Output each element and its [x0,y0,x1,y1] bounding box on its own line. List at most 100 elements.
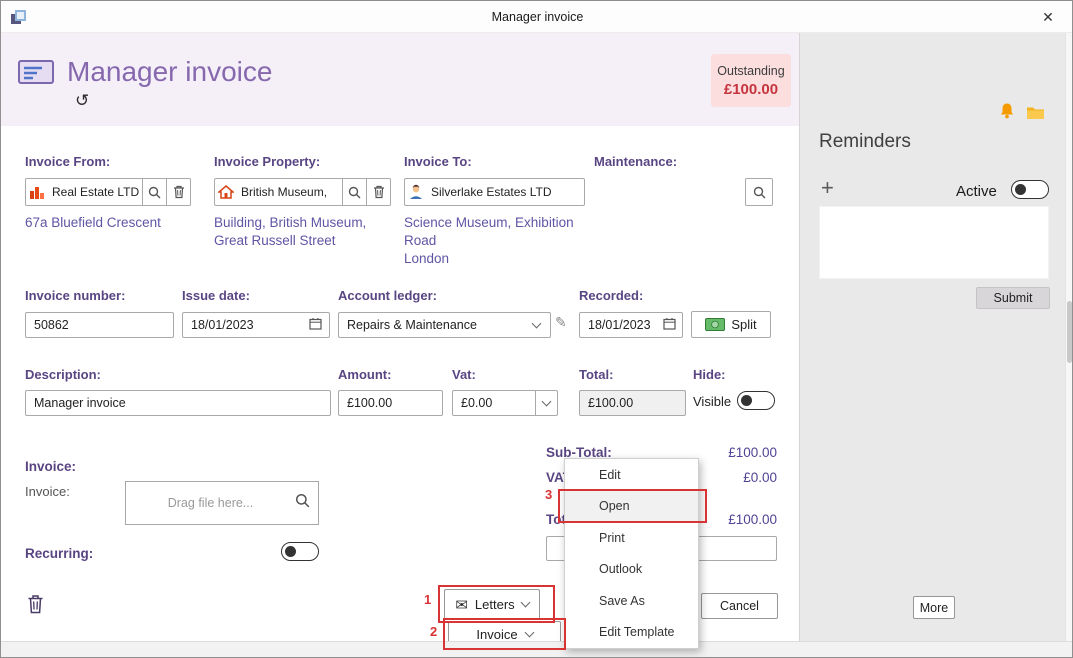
status-badge-amount: £100.00 [723,80,779,98]
letters-button[interactable]: ✉ Letters [444,589,540,620]
reminders-sidebar [799,33,1065,641]
invoice-property-combo[interactable]: British Museum, [214,178,391,206]
issue-date-label: Issue date: [182,288,250,303]
vat-dropdown-button[interactable] [535,391,557,415]
invoice-to-address-line1: Science Museum, Exhibition Road [404,215,574,248]
chevron-down-icon [531,318,542,328]
sub-total-value: £100.00 [728,445,777,460]
amount-input[interactable] [338,390,443,416]
invoice-number-label: Invoice number: [25,288,126,303]
invoice-to-label: Invoice To: [404,154,472,169]
invoice-from-delete-button[interactable] [166,179,190,205]
invoice-property-delete-button[interactable] [366,179,390,205]
menu-item-edit-template[interactable]: Edit Template [565,617,698,649]
vat-input[interactable]: £0.00 [452,390,558,416]
recorded-value: 18/01/2023 [588,318,651,332]
invoice-to-address-line2: London [404,251,450,266]
visible-state-label: Visible [693,394,732,409]
hide-toggle[interactable] [737,391,775,410]
invoice-from-value: Real Estate LTD [52,185,140,199]
maintenance-label: Maintenance: [594,154,678,169]
vat-label: Vat: [452,367,476,382]
scrollbar-thumb[interactable] [1067,301,1072,363]
active-toggle[interactable] [1011,180,1049,199]
status-badge: Outstanding £100.00 [711,54,791,107]
recurring-toggle[interactable] [281,542,319,561]
invoice-icon [18,60,54,84]
account-ledger-label: Account ledger: [338,288,437,303]
house-icon [215,185,237,199]
invoice-from-combo[interactable]: Real Estate LTD [25,178,191,206]
invoice-property-address: Building, British Museum, Great Russell … [214,215,367,248]
total-label: Total: [579,367,614,382]
file-search-button[interactable] [295,493,318,513]
account-ledger-select[interactable]: Repairs & Maintenance [338,312,551,338]
reminder-input[interactable] [819,206,1049,279]
bell-icon[interactable] [999,102,1015,120]
status-badge-label: Outstanding [717,63,785,78]
vat-value: £0.00 [461,396,493,410]
menu-item-outlook[interactable]: Outlook [565,554,698,586]
edit-ledger-pencil-icon[interactable]: ✎ [555,314,567,331]
description-input[interactable] [25,390,331,416]
more-button[interactable]: More [913,596,955,619]
annotation-number-1: 1 [424,592,432,607]
maintenance-search-button[interactable] [745,178,773,206]
description-label: Description: [25,367,101,382]
issue-date-input[interactable]: 18/01/2023 [182,312,330,338]
chevron-down-icon [520,597,531,608]
search-icon [295,493,310,508]
hide-toggle-knob [741,395,752,406]
building-icon [26,185,48,199]
calendar-icon[interactable] [309,317,329,333]
menu-item-open[interactable]: Open [565,490,698,522]
invoice-from-search-button[interactable] [142,179,166,205]
delete-invoice-trash-icon[interactable] [27,594,44,614]
submit-button[interactable]: Submit [976,287,1050,309]
folder-icon[interactable] [1026,105,1045,120]
manager-invoice-window: Manager invoice ✕ Manager invoice ↺ Outs… [0,0,1073,658]
search-icon [148,186,161,198]
titlebar: Manager invoice ✕ [1,1,1072,33]
active-toggle-knob [1015,184,1026,195]
invoice-property-label: Invoice Property: [214,154,321,169]
annotation-number-2: 2 [430,624,438,639]
menu-item-print[interactable]: Print [565,522,698,554]
invoice-to-combo[interactable]: Silverlake Estates LTD [404,178,585,206]
invoice-to-value: Silverlake Estates LTD [431,185,552,199]
trash-icon [173,185,184,199]
menu-item-save-as[interactable]: Save As [565,585,698,617]
close-icon[interactable]: ✕ [1032,5,1064,29]
page-title: Manager invoice [67,56,273,87]
annotation-number-3: 3 [545,487,553,502]
invoice-from-address: 67a Bluefield Crescent [25,215,161,230]
cancel-button[interactable]: Cancel [701,593,778,619]
invoice-file-label: Invoice: [25,484,70,499]
recorded-input[interactable]: 18/01/2023 [579,312,683,338]
recurring-label: Recurring: [25,546,94,561]
invoice-file-dropzone[interactable]: Drag file here... [125,481,319,525]
search-icon [753,186,765,198]
invoice-to-address: Science Museum, Exhibition Road London [404,214,600,268]
history-icon[interactable]: ↺ [75,91,89,111]
add-reminder-icon[interactable]: + [821,175,834,201]
calendar-icon[interactable] [663,317,682,333]
person-icon [405,184,427,200]
menu-item-edit[interactable]: Edit [565,459,698,491]
envelope-icon: ✉ [455,596,468,614]
issue-date-value: 18/01/2023 [191,318,254,332]
split-button[interactable]: Split [691,311,771,338]
active-label: Active [956,183,997,200]
invoice-section-header: Invoice: [25,459,77,474]
invoice-number-input[interactable] [25,312,174,338]
invoice-property-search-button[interactable] [342,179,366,205]
invoice-property-value: British Museum, [241,185,328,199]
invoice-from-label: Invoice From: [25,154,111,169]
chevron-down-icon [524,627,535,637]
money-icon [705,318,726,331]
reminders-title: Reminders [819,131,911,152]
recurring-toggle-knob [285,546,296,557]
grand-total-value: £100.00 [728,512,777,527]
recorded-label: Recorded: [579,288,644,303]
search-icon [348,186,361,198]
